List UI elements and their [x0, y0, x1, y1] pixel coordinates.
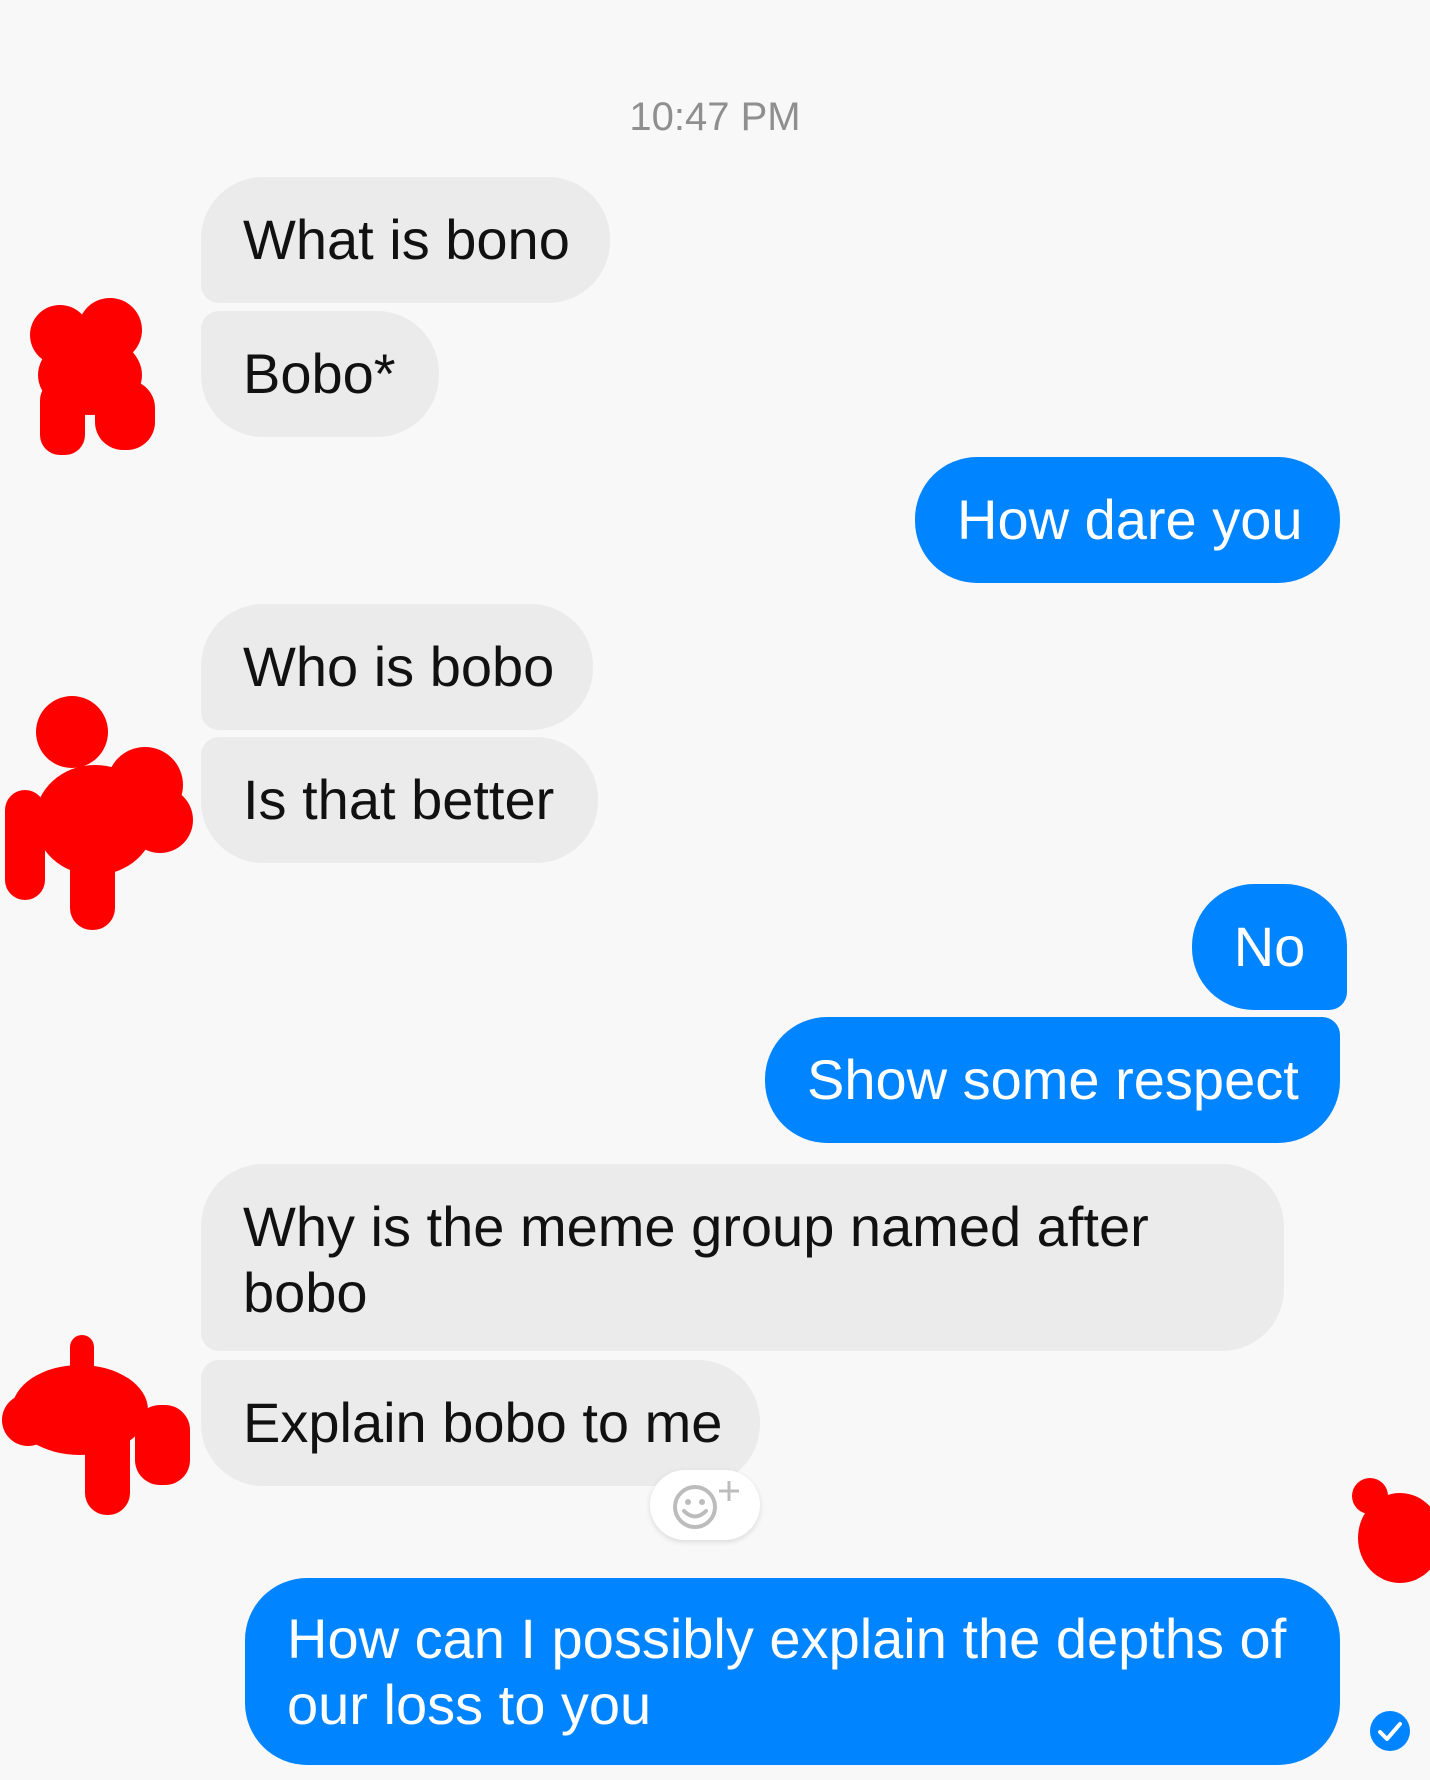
message-text: Bobo*: [243, 342, 396, 405]
add-reaction-icon: [673, 1481, 739, 1529]
message-text: Who is bobo: [243, 635, 555, 698]
message-text: Explain bobo to me: [243, 1391, 723, 1454]
conversation-view: 10:47 PM What is bono Bobo* How dare you…: [0, 0, 1430, 1780]
outgoing-message-bubble[interactable]: How can I possibly explain the depths of…: [245, 1578, 1340, 1765]
incoming-message-bubble[interactable]: What is bono: [201, 177, 610, 303]
incoming-message-bubble[interactable]: Is that better: [201, 737, 598, 863]
redacted-avatar: [5, 696, 193, 930]
outgoing-message-bubble[interactable]: Show some respect: [765, 1017, 1340, 1143]
incoming-message-bubble[interactable]: Who is bobo: [201, 604, 593, 730]
incoming-message-bubble[interactable]: Why is the meme group named after bobo: [201, 1164, 1284, 1351]
message-text: How dare you: [957, 488, 1303, 551]
redacted-avatar: [2, 1335, 190, 1515]
message-timestamp: 10:47 PM: [629, 95, 801, 139]
message-text: What is bono: [243, 208, 570, 271]
message-text: Why is the meme group named after bobo: [243, 1194, 1149, 1324]
outgoing-message-bubble[interactable]: No: [1192, 884, 1347, 1010]
redacted-avatar: [30, 298, 155, 455]
incoming-message-bubble[interactable]: Explain bobo to me: [201, 1360, 760, 1486]
add-reaction-button[interactable]: [650, 1470, 760, 1540]
read-receipt-icon: [1370, 1711, 1410, 1751]
message-text: How can I possibly explain the depths of…: [287, 1606, 1287, 1736]
message-text: Is that better: [243, 768, 555, 831]
message-text: No: [1233, 915, 1306, 978]
message-text: Show some respect: [807, 1048, 1299, 1111]
incoming-message-bubble[interactable]: Bobo*: [201, 311, 439, 437]
outgoing-message-bubble[interactable]: How dare you: [915, 457, 1340, 583]
redacted-avatar: [1352, 1478, 1430, 1583]
